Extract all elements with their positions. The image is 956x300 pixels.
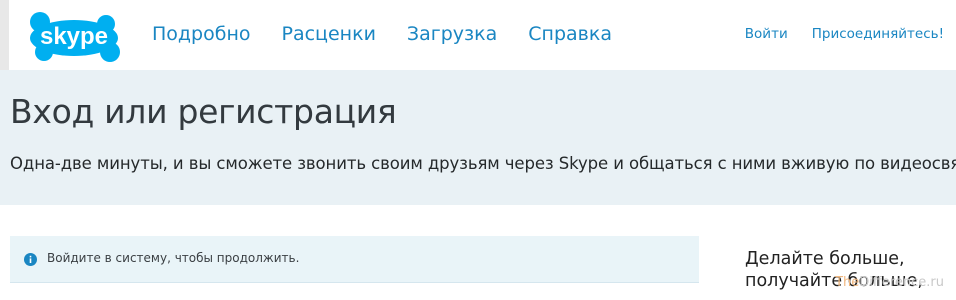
skype-logo[interactable]: skype xyxy=(26,8,122,64)
left-edge-strip xyxy=(0,0,9,70)
info-notice: Войдите в систему, чтобы продолжить. xyxy=(10,236,699,283)
watermark-suffix: Difference.ru xyxy=(859,275,944,290)
watermark-prefix: The xyxy=(835,275,860,290)
page-subtitle: Одна-две минуты, и вы сможете звонить св… xyxy=(10,154,956,173)
info-icon xyxy=(24,253,37,266)
login-link[interactable]: Войти xyxy=(745,26,788,42)
top-navigation-bar: skype Подробно Расценки Загрузка Справка… xyxy=(0,0,956,70)
nav-item-details[interactable]: Подробно xyxy=(152,23,251,45)
logo-text: skype xyxy=(40,23,108,50)
hero-banner: Вход или регистрация Одна-две минуты, и … xyxy=(0,70,956,205)
auth-links: Войти Присоединяйтесь! xyxy=(721,26,944,42)
page-title: Вход или регистрация xyxy=(10,92,397,131)
side-promo-line1: Делайте больше, xyxy=(745,249,905,269)
watermark: TheDifference.ru xyxy=(835,275,944,290)
notice-message: Войдите в систему, чтобы продолжить. xyxy=(47,251,300,265)
main-nav: Подробно Расценки Загрузка Справка xyxy=(152,23,643,45)
nav-item-pricing[interactable]: Расценки xyxy=(282,23,376,45)
nav-item-help[interactable]: Справка xyxy=(528,23,612,45)
nav-item-download[interactable]: Загрузка xyxy=(407,23,497,45)
join-link[interactable]: Присоединяйтесь! xyxy=(812,26,944,42)
